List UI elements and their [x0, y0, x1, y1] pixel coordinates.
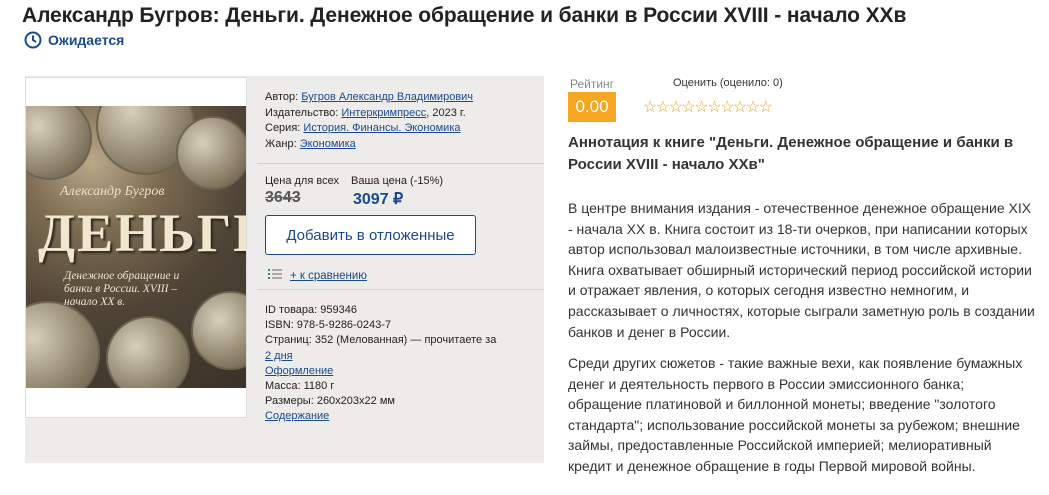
compare-control[interactable]: + к сравнению	[268, 268, 367, 283]
new-price: 3097 ₽	[353, 191, 404, 208]
annotation-paragraph-2: Среди других сюжетов - такие важные вехи…	[568, 355, 1023, 474]
list-icon	[268, 268, 282, 283]
isbn: ISBN: 978-5-9286-0243-7	[265, 319, 391, 332]
product-details: ID товара: 959346 ISBN: 978-5-9286-0243-…	[265, 303, 541, 425]
price-your-label: Ваша цена (-15%)	[351, 175, 444, 187]
cover-image: Александр Бугров ДЕНЬГИ Денежное обращен…	[26, 106, 246, 388]
rate-hint: Оценить (оценило: 0)	[673, 77, 783, 89]
publisher-link[interactable]: Интеркримпресс	[341, 107, 426, 119]
price-all-label: Цена для всех	[265, 175, 339, 187]
product-panel: Александр Бугров ДЕНЬГИ Денежное обращен…	[25, 76, 544, 463]
annotation-paragraph-1: В центре внимания издания - отечественно…	[568, 200, 1035, 340]
read-time-link[interactable]: 2 дня	[265, 350, 293, 362]
rating-stars[interactable]: ☆☆☆☆☆☆☆☆☆☆	[643, 97, 773, 117]
mass: Масса: 1180 г	[265, 380, 335, 393]
rating-score: 0.00	[568, 92, 616, 122]
status-label: Ожидается	[48, 32, 125, 48]
genre-link[interactable]: Экономика	[300, 138, 356, 150]
series-link[interactable]: История. Финансы. Экономика	[303, 122, 460, 134]
contents-link[interactable]: Содержание	[265, 410, 329, 422]
availability-status: Ожидается	[24, 31, 124, 49]
price-labels: Цена для всех Ваша цена (-15%)	[265, 175, 443, 187]
author-link[interactable]: Бугров Александр Владимирович	[301, 91, 473, 103]
cover-title: ДЕНЬГИ	[38, 203, 246, 263]
pages: Страниц: 352 (Мелованная) — прочитаете з…	[265, 334, 497, 347]
divider	[257, 289, 544, 290]
book-cover[interactable]: Александр Бугров ДЕНЬГИ Денежное обращен…	[25, 77, 247, 418]
rating-label: Рейтинг	[570, 77, 615, 91]
old-price: 3643	[265, 189, 301, 206]
cover-author: Александр Бугров	[60, 184, 165, 199]
cover-subtitle: Денежное обращение и банки в России. XVI…	[64, 270, 180, 308]
annotation-title: Аннотация к книге "Деньги. Денежное обра…	[568, 134, 1014, 173]
compare-link[interactable]: + к сравнению	[290, 270, 367, 282]
divider	[257, 163, 544, 164]
product-id: ID товара: 959346	[265, 304, 357, 316]
design-link[interactable]: Оформление	[265, 365, 333, 377]
book-info: Автор: Бугров Александр Владимирович Изд…	[265, 91, 474, 150]
dimensions: Размеры: 260x203x22 мм	[265, 395, 395, 408]
clock-icon	[24, 31, 42, 49]
page-title: Александр Бугров: Деньги. Денежное обращ…	[22, 4, 907, 27]
add-to-wishlist-button[interactable]: Добавить в отложенные	[265, 215, 476, 255]
